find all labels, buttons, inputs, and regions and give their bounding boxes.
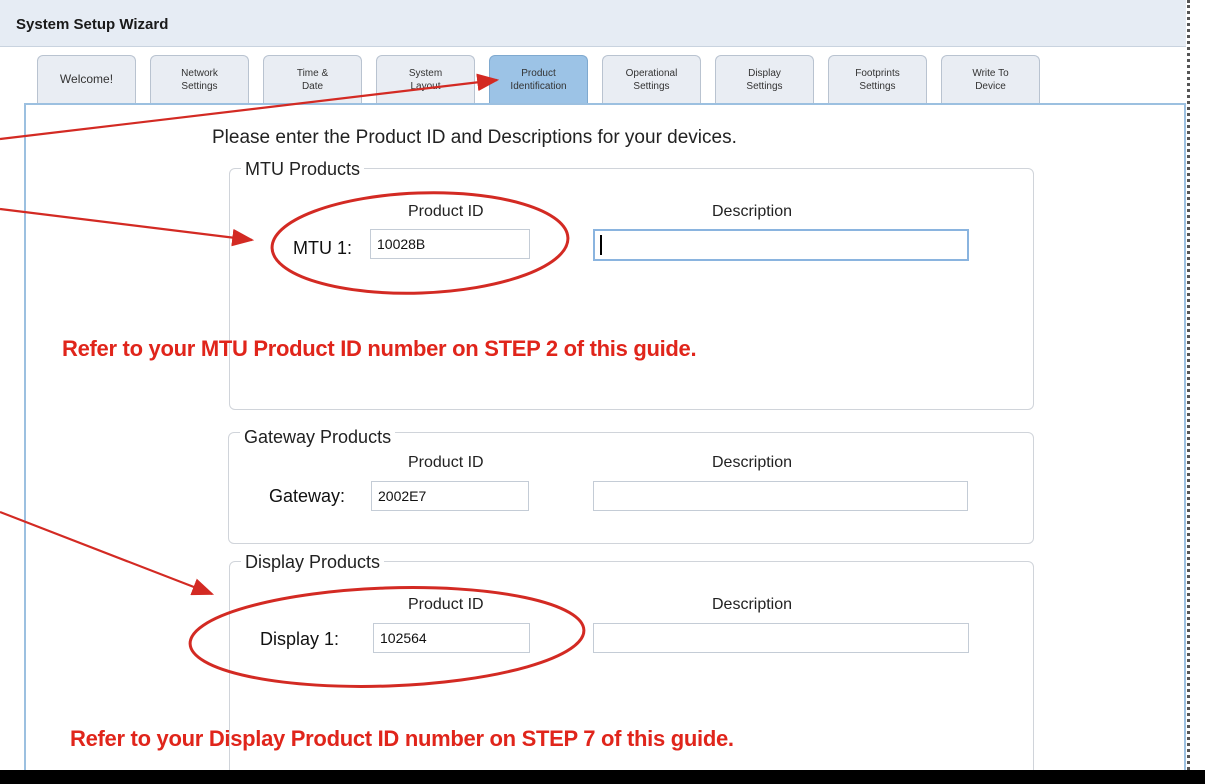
display-highlight-circle: [188, 586, 586, 688]
tab-pointer-arrow: [0, 73, 500, 141]
mtu-pointer-arrow: [0, 207, 255, 247]
mtu-highlight-circle: [270, 191, 570, 295]
bottom-edge: [0, 770, 1205, 784]
annotation-overlay: [0, 73, 586, 688]
display-pointer-arrow: [0, 510, 215, 596]
